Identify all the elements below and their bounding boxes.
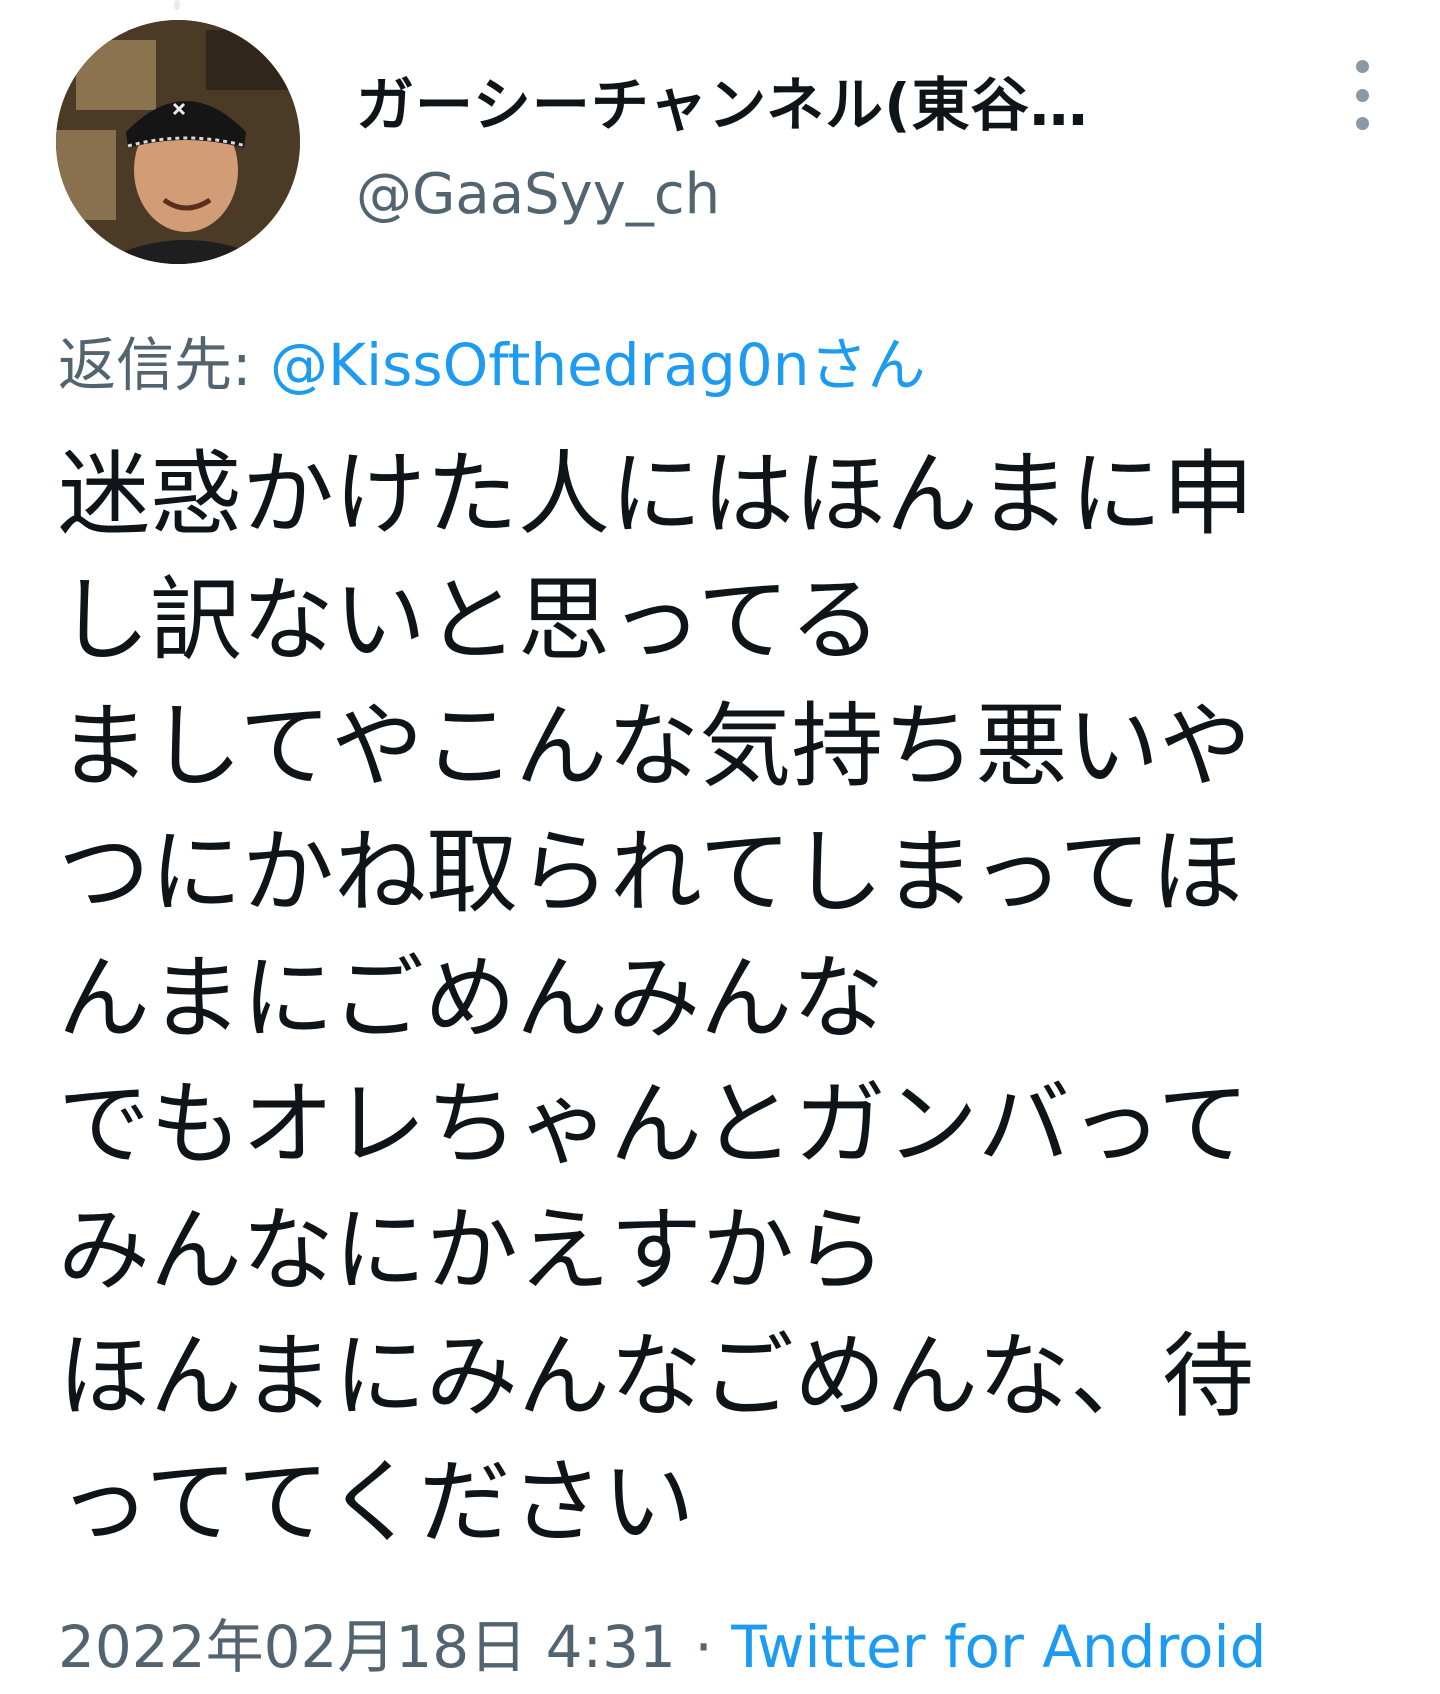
replying-to: 返信先: @KissOfthedrag0nさん — [58, 318, 926, 402]
more-vertical-icon — [1355, 88, 1369, 102]
tweet-text-line: つにかね取られてしまってほ — [58, 819, 1243, 926]
tweet-text-line: 迷惑かけた人にはほんまに申 — [58, 441, 1255, 548]
reply-target-link[interactable]: @KissOfthedrag0nさん — [270, 331, 926, 399]
tweet-source-link[interactable]: Twitter for Android — [731, 1613, 1266, 1681]
tweet-timestamp[interactable]: 2022年02月18日 4:31 — [58, 1613, 676, 1681]
more-options-button[interactable] — [1340, 60, 1384, 130]
tweet-text-line: っててください — [58, 1449, 695, 1556]
author-handle[interactable]: @GaaSyy_ch — [356, 162, 720, 227]
replying-to-label: 返信先: — [58, 331, 270, 399]
tweet-text: 迷惑かけた人にはほんまに申 し訳ないと思ってる ましてやこんな気持ち悪いや つに… — [58, 432, 1388, 1566]
scroll-indicator — [174, 0, 180, 10]
tweet-text-line: んまにごめんみんな — [58, 945, 885, 1052]
more-vertical-icon — [1355, 60, 1369, 73]
meta-separator: · — [675, 1613, 732, 1681]
tweet-meta: 2022年02月18日 4:31 · Twitter for Android — [58, 1600, 1266, 1684]
tweet-detail: ガーシーチャンネル(東谷… @GaaSyy_ch 返信先: @KissOfthe… — [0, 0, 1440, 1694]
tweet-text-line: みんなにかえすから — [58, 1197, 887, 1304]
tweet-text-line: でもオレちゃんとガンバって — [58, 1071, 1250, 1178]
tweet-text-line: ましてやこんな気持ち悪いや — [58, 693, 1252, 800]
profile-photo-icon — [56, 20, 300, 264]
avatar[interactable] — [56, 20, 300, 264]
tweet-text-line: し訳ないと思ってる — [58, 567, 882, 674]
more-vertical-icon — [1355, 117, 1369, 130]
author-display-name[interactable]: ガーシーチャンネル(東谷… — [356, 58, 1089, 142]
tweet-text-line: ほんまにみんなごめんな、待 — [58, 1323, 1255, 1430]
